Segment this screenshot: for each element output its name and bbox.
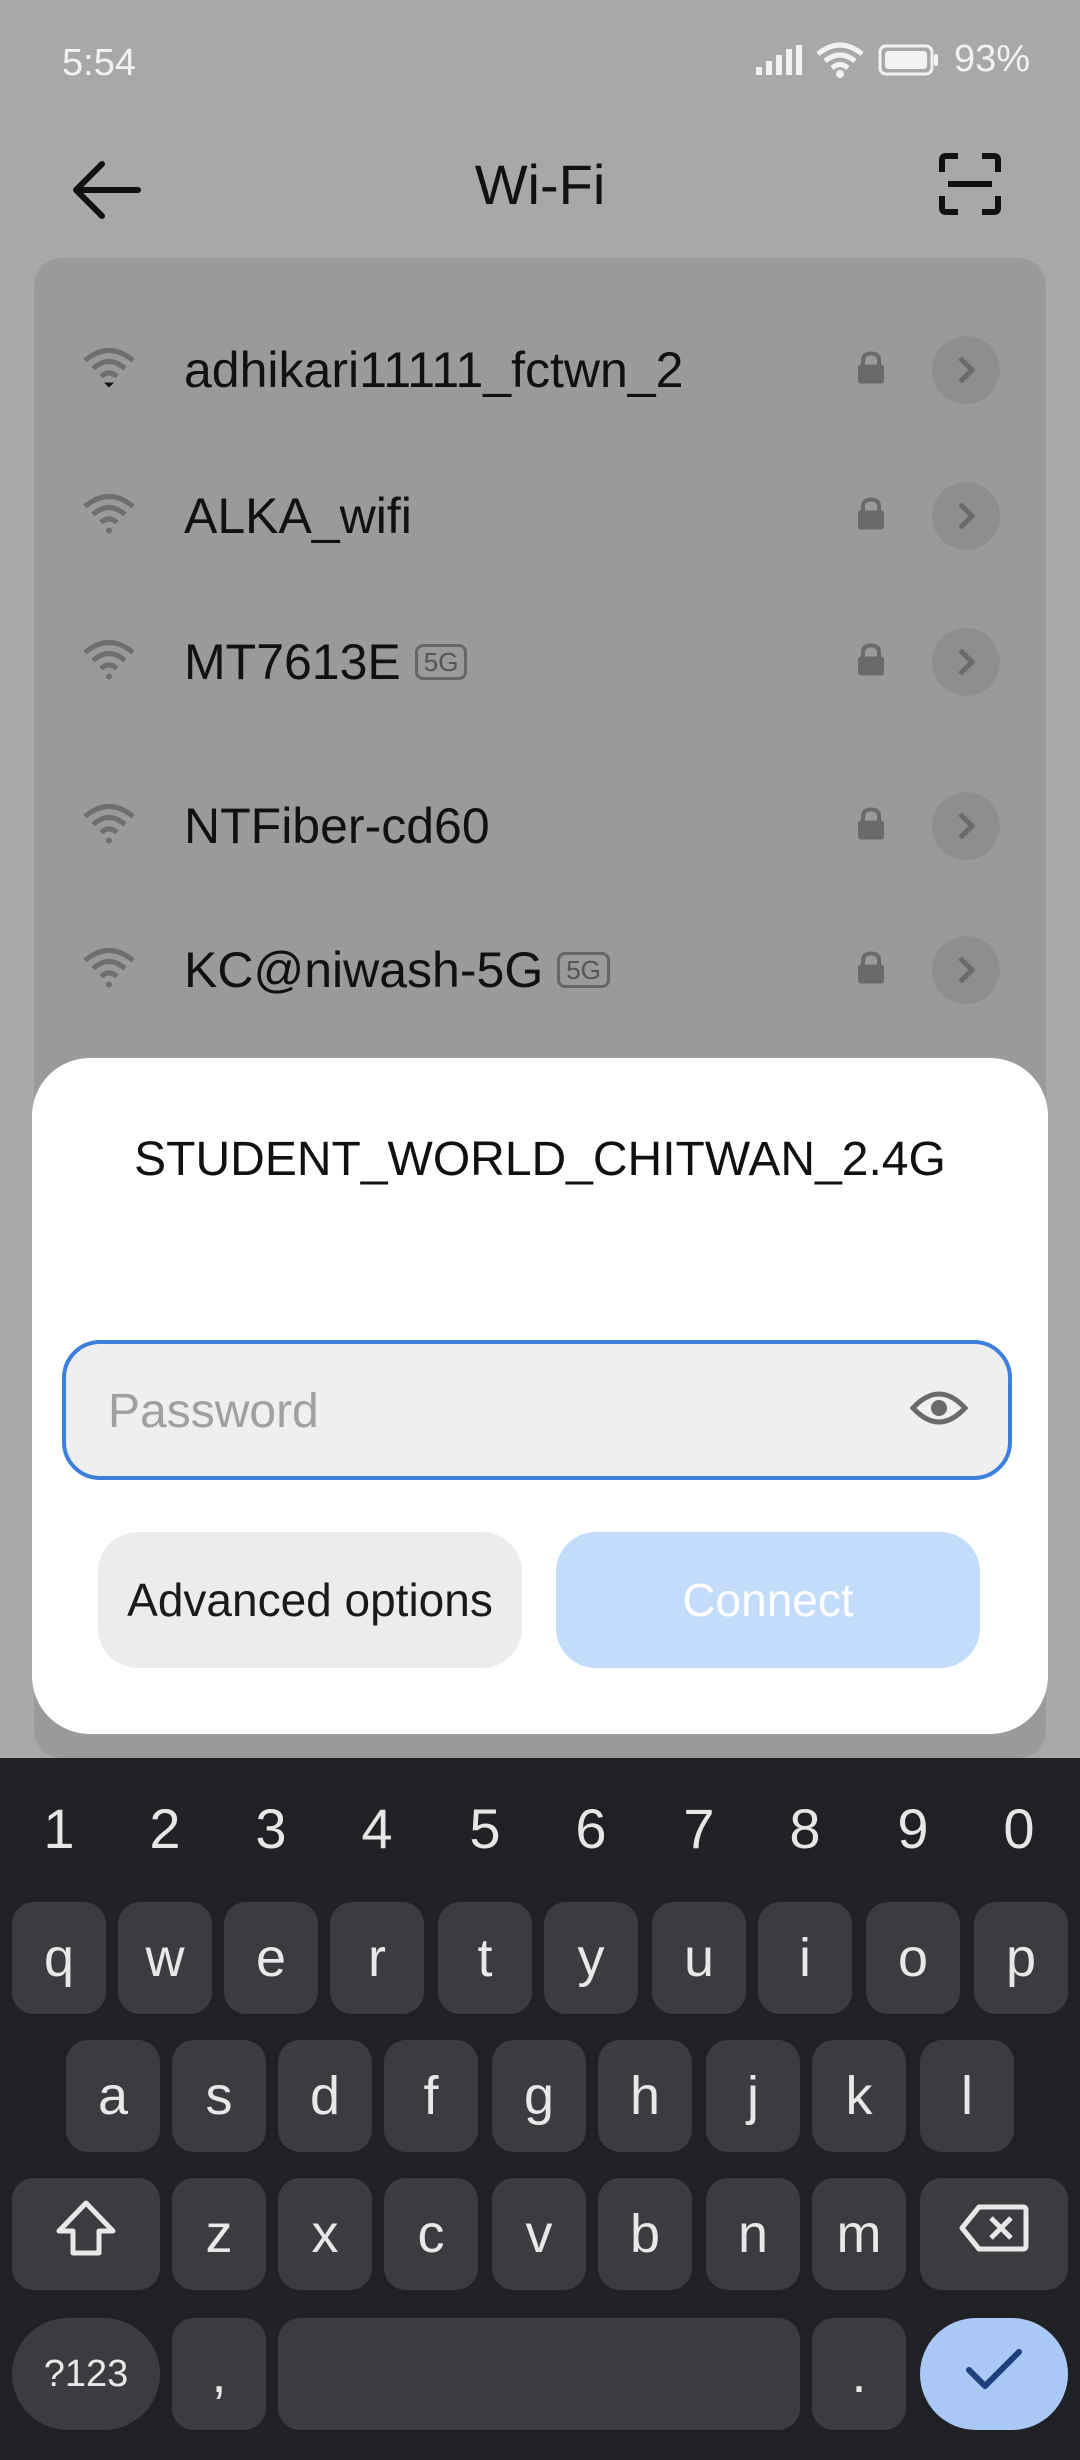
- key-m[interactable]: m: [812, 2178, 906, 2290]
- key-f[interactable]: f: [384, 2040, 478, 2152]
- wifi-signal-icon: [82, 493, 136, 540]
- network-name-text: KC@niwash-5G: [184, 942, 544, 998]
- network-name-text: adhikari11111_fctwn_2: [184, 342, 684, 398]
- battery-icon: [878, 44, 940, 76]
- status-time: 5:54: [62, 42, 136, 84]
- network-details-chevron-icon[interactable]: [932, 482, 1000, 550]
- wifi-signal-icon: [82, 639, 136, 686]
- network-row[interactable]: adhikari11111_fctwn_2: [34, 300, 1046, 440]
- connect-button[interactable]: Connect: [556, 1532, 980, 1668]
- network-details-chevron-icon[interactable]: [932, 336, 1000, 404]
- keyboard: 1 2 3 4 5 6 7 8 9 0 q w e r t y u i o p …: [0, 1758, 1080, 2460]
- key-t[interactable]: t: [438, 1902, 532, 2014]
- key-o[interactable]: o: [866, 1902, 960, 2014]
- key-2[interactable]: 2: [112, 1778, 218, 1878]
- key-1[interactable]: 1: [6, 1778, 112, 1878]
- key-e[interactable]: e: [224, 1902, 318, 2014]
- network-details-chevron-icon[interactable]: [932, 936, 1000, 1004]
- key-l[interactable]: l: [920, 2040, 1014, 2152]
- network-name-text: ALKA_wifi: [184, 488, 412, 544]
- password-field[interactable]: [62, 1340, 1012, 1480]
- page-title: Wi-Fi: [474, 153, 606, 216]
- key-4[interactable]: 4: [324, 1778, 430, 1878]
- key-9[interactable]: 9: [860, 1778, 966, 1878]
- dialog-network-name: STUDENT_WORLD_CHITWAN_2.4G: [134, 1133, 946, 1186]
- lock-icon: [856, 951, 886, 990]
- key-d[interactable]: d: [278, 2040, 372, 2152]
- lock-icon: [856, 497, 886, 536]
- comma-key[interactable]: ,: [172, 2318, 266, 2430]
- status-bar: 5:54 93%: [0, 0, 1080, 130]
- key-k[interactable]: k: [812, 2040, 906, 2152]
- show-password-eye-icon[interactable]: [909, 1388, 969, 1433]
- key-7[interactable]: 7: [646, 1778, 752, 1878]
- network-row[interactable]: NTFiber-cd60: [34, 756, 1046, 896]
- shift-icon: [55, 2199, 117, 2270]
- key-6[interactable]: 6: [538, 1778, 644, 1878]
- period-key[interactable]: .: [812, 2318, 906, 2430]
- keyboard-number-row: 1 2 3 4 5 6 7 8 9 0: [0, 1778, 1080, 1878]
- battery-percent: 93%: [953, 38, 1030, 80]
- key-c[interactable]: c: [384, 2178, 478, 2290]
- space-key[interactable]: [278, 2318, 800, 2430]
- qr-scan-icon[interactable]: [938, 152, 1002, 221]
- symbols-key[interactable]: ?123: [12, 2318, 160, 2430]
- password-input[interactable]: [106, 1344, 870, 1478]
- done-key[interactable]: [920, 2318, 1068, 2430]
- lock-icon: [856, 351, 886, 390]
- key-y[interactable]: y: [544, 1902, 638, 2014]
- backspace-icon: [959, 2203, 1029, 2266]
- status-icons: 93%: [755, 38, 1030, 81]
- network-details-chevron-icon[interactable]: [932, 628, 1000, 696]
- backspace-key[interactable]: [920, 2178, 1068, 2290]
- key-u[interactable]: u: [652, 1902, 746, 2014]
- shift-key[interactable]: [12, 2178, 160, 2290]
- lock-icon: [856, 643, 886, 682]
- key-s[interactable]: s: [172, 2040, 266, 2152]
- network-name: NTFiber-cd60: [184, 797, 490, 855]
- wifi-signal-icon: [82, 947, 136, 994]
- wifi-status-icon: [816, 42, 864, 78]
- wifi-signal-icon: [82, 803, 136, 850]
- key-b[interactable]: b: [598, 2178, 692, 2290]
- key-h[interactable]: h: [598, 2040, 692, 2152]
- network-row[interactable]: ALKA_wifi: [34, 446, 1046, 586]
- advanced-options-button[interactable]: Advanced options: [98, 1532, 522, 1668]
- wifi-signal-icon: [82, 347, 136, 394]
- key-j[interactable]: j: [706, 2040, 800, 2152]
- key-n[interactable]: n: [706, 2178, 800, 2290]
- network-name: adhikari11111_fctwn_2: [184, 341, 683, 399]
- key-q[interactable]: q: [12, 1902, 106, 2014]
- key-i[interactable]: i: [758, 1902, 852, 2014]
- key-r[interactable]: r: [330, 1902, 424, 2014]
- network-name-text: NTFiber-cd60: [184, 798, 490, 854]
- band-badge: 5G: [414, 644, 468, 680]
- band-badge: 5G: [557, 952, 610, 988]
- key-x[interactable]: x: [278, 2178, 372, 2290]
- signal-icon: [755, 44, 802, 75]
- key-p[interactable]: p: [974, 1902, 1068, 2014]
- app-bar: Wi-Fi: [0, 130, 1080, 250]
- network-row[interactable]: KC@niwash-5G 5G: [34, 900, 1046, 1040]
- network-name: MT7613E 5G: [184, 633, 468, 691]
- lock-icon: [856, 807, 886, 846]
- network-name: ALKA_wifi: [184, 487, 412, 545]
- key-w[interactable]: w: [118, 1902, 212, 2014]
- key-0[interactable]: 0: [966, 1778, 1072, 1878]
- password-dialog: STUDENT_WORLD_CHITWAN_2.4G Advanced opti…: [32, 1058, 1048, 1734]
- key-3[interactable]: 3: [218, 1778, 324, 1878]
- checkmark-icon: [965, 2343, 1023, 2405]
- network-row[interactable]: MT7613E 5G: [34, 592, 1046, 732]
- key-v[interactable]: v: [492, 2178, 586, 2290]
- key-g[interactable]: g: [492, 2040, 586, 2152]
- network-details-chevron-icon[interactable]: [932, 792, 1000, 860]
- key-8[interactable]: 8: [752, 1778, 858, 1878]
- key-z[interactable]: z: [172, 2178, 266, 2290]
- key-a[interactable]: a: [66, 2040, 160, 2152]
- network-name-text: MT7613E: [184, 634, 401, 690]
- network-name: KC@niwash-5G 5G: [184, 941, 610, 999]
- key-5[interactable]: 5: [432, 1778, 538, 1878]
